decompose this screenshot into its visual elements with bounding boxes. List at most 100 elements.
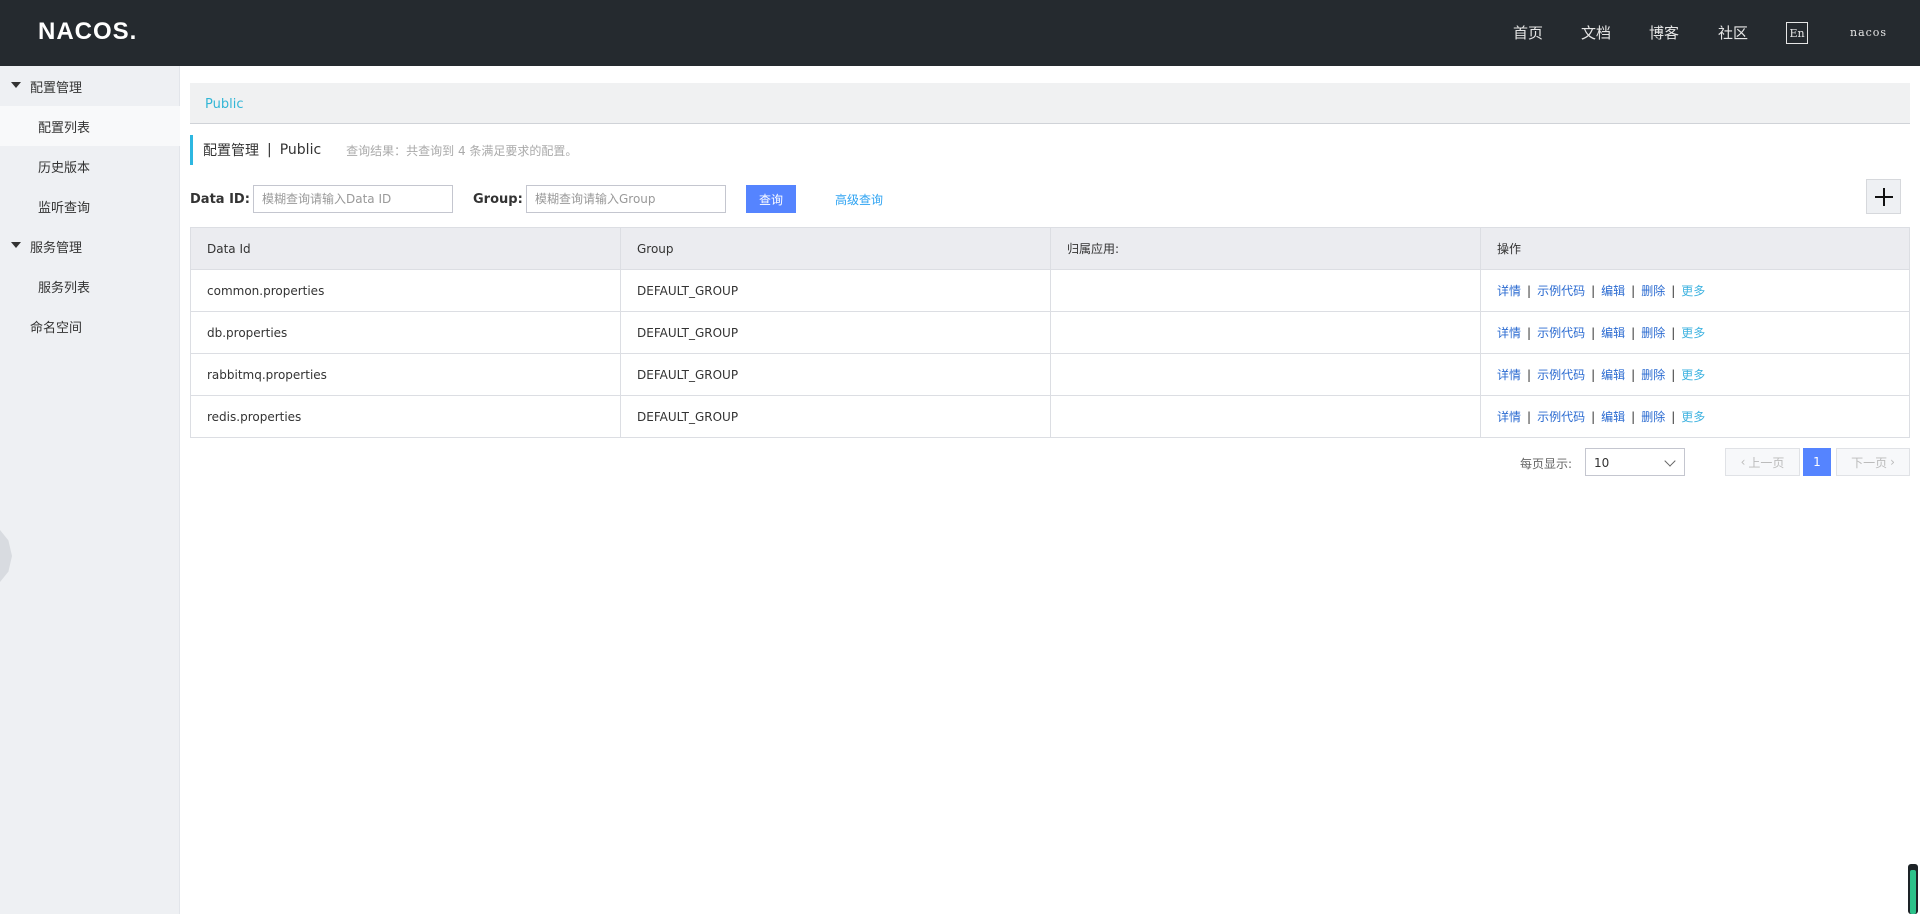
action-separator: | (1527, 284, 1532, 298)
sample-code-link[interactable]: 示例代码 (1537, 368, 1585, 382)
more-link[interactable]: 更多 (1681, 368, 1705, 382)
cell-app (1050, 395, 1481, 438)
page-title: 配置管理 | Public 查询结果：共查询到 4 条满足要求的配置。 (190, 135, 577, 165)
action-separator: | (1591, 326, 1596, 340)
action-separator: | (1631, 326, 1636, 340)
detail-link[interactable]: 详情 (1497, 284, 1521, 298)
data-id-input[interactable] (253, 185, 453, 213)
config-table: Data Id Group 归属应用: 操作 common.properties… (190, 227, 1910, 438)
action-separator: | (1591, 368, 1596, 382)
sidebar-item-label: 服务列表 (38, 280, 91, 296)
table-row: rabbitmq.properties DEFAULT_GROUP 详情 | 示例代码 |… (190, 353, 1910, 396)
top-navbar: NACOS. 首页 文档 博客 社区 En nacos (0, 0, 1920, 66)
cell-data-id: rabbitmq.properties (190, 353, 621, 396)
page-title-main: 配置管理 (203, 143, 259, 159)
query-result-hint: 查询结果：共查询到 4 条满足要求的配置。 (346, 143, 578, 158)
prev-page-label: 上一页 (1748, 455, 1785, 470)
action-separator: | (1671, 410, 1676, 424)
nav-blog[interactable]: 博客 (1649, 22, 1679, 43)
sidebar-item-label: 命名空间 (30, 320, 83, 336)
group-input[interactable] (526, 185, 726, 213)
language-switch-button[interactable]: En (1786, 22, 1808, 44)
cell-group: DEFAULT_GROUP (620, 311, 1051, 354)
title-separator: | (267, 142, 272, 158)
more-link[interactable]: 更多 (1681, 410, 1705, 424)
delete-link[interactable]: 删除 (1641, 284, 1665, 298)
action-separator: | (1671, 326, 1676, 340)
edit-link[interactable]: 编辑 (1601, 368, 1625, 382)
cell-data-id: db.properties (190, 311, 621, 354)
action-separator: | (1591, 410, 1596, 424)
more-link[interactable]: 更多 (1681, 284, 1705, 298)
action-separator: | (1527, 410, 1532, 424)
sidebar-group-service-management[interactable]: 服务管理 (0, 226, 180, 266)
sample-code-link[interactable]: 示例代码 (1537, 284, 1585, 298)
nav-community[interactable]: 社区 (1718, 22, 1748, 43)
edit-link[interactable]: 编辑 (1601, 326, 1625, 340)
sidebar-item-listener-query[interactable]: 监听查询 (0, 186, 180, 226)
user-menu[interactable]: nacos (1850, 26, 1887, 39)
cell-data-id: common.properties (190, 269, 621, 312)
nav-docs[interactable]: 文档 (1581, 22, 1611, 43)
detail-link[interactable]: 详情 (1497, 326, 1521, 340)
cell-group: DEFAULT_GROUP (620, 269, 1051, 312)
sidebar-item-history[interactable]: 历史版本 (0, 146, 180, 186)
delete-link[interactable]: 删除 (1641, 326, 1665, 340)
sidebar-item-config-list[interactable]: 配置列表 (0, 106, 180, 146)
page-title-namespace: Public (279, 142, 322, 158)
search-form: Data ID: Group: 查询 高级查询 (190, 179, 1910, 214)
sidebar-item-label: 监听查询 (38, 200, 91, 216)
action-separator: | (1671, 284, 1676, 298)
table-row: db.properties DEFAULT_GROUP 详情 | 示例代码 | 编辑 | 删除 |… (190, 311, 1910, 354)
page-button-current[interactable]: 1 (1803, 448, 1831, 476)
action-separator: | (1631, 410, 1636, 424)
cell-group: DEFAULT_GROUP (620, 353, 1051, 396)
sidebar-item-service-list[interactable]: 服务列表 (0, 266, 180, 306)
sidebar-item-label: 配置列表 (38, 120, 91, 136)
column-header-group: Group (620, 227, 1051, 270)
sidebar-group-config-management[interactable]: 配置管理 (0, 66, 180, 106)
action-separator: | (1527, 368, 1532, 382)
nacos-logo[interactable]: NACOS. (38, 18, 137, 46)
cell-actions: 详情 | 示例代码 | 编辑 | 删除 | 更多 (1480, 311, 1910, 354)
sidebar-item-namespace[interactable]: 命名空间 (0, 306, 180, 346)
per-page-label: 每页显示: (1520, 457, 1573, 471)
sample-code-link[interactable]: 示例代码 (1537, 410, 1585, 424)
cell-actions: 详情 | 示例代码 | 编辑 | 删除 | 更多 (1480, 269, 1910, 312)
more-link[interactable]: 更多 (1681, 326, 1705, 340)
cell-group: DEFAULT_GROUP (620, 395, 1051, 438)
detail-link[interactable]: 详情 (1497, 368, 1521, 382)
floating-widget-handle[interactable] (1908, 864, 1918, 914)
prev-page-button[interactable]: ‹ 上一页 (1725, 448, 1800, 476)
namespace-breadcrumb: Public (190, 83, 1910, 124)
action-separator: | (1631, 368, 1636, 382)
column-header-data-id: Data Id (190, 227, 621, 270)
sidebar: 配置管理 配置列表 历史版本 监听查询 服务管理 服务列表 命名空间 (0, 66, 180, 914)
advanced-query-link[interactable]: 高级查询 (835, 191, 883, 208)
sidebar-collapse-handle[interactable] (0, 530, 12, 582)
action-separator: | (1631, 284, 1636, 298)
plus-icon (1874, 187, 1893, 206)
column-header-actions: 操作 (1480, 227, 1910, 270)
query-button[interactable]: 查询 (746, 185, 796, 213)
edit-link[interactable]: 编辑 (1601, 410, 1625, 424)
page-size-select[interactable]: 10 (1585, 448, 1685, 476)
column-header-app: 归属应用: (1050, 227, 1481, 270)
table-row: common.properties DEFAULT_GROUP 详情 | 示例代码 | 编辑… (190, 269, 1910, 312)
edit-link[interactable]: 编辑 (1601, 284, 1625, 298)
delete-link[interactable]: 删除 (1641, 410, 1665, 424)
action-separator: | (1671, 368, 1676, 382)
namespace-link-public[interactable]: Public (205, 97, 243, 112)
add-config-button[interactable] (1866, 179, 1901, 214)
nav-home[interactable]: 首页 (1513, 22, 1543, 43)
detail-link[interactable]: 详情 (1497, 410, 1521, 424)
sample-code-link[interactable]: 示例代码 (1537, 326, 1585, 340)
chevron-right-icon: › (1890, 455, 1895, 469)
action-separator: | (1527, 326, 1532, 340)
sidebar-group-label: 服务管理 (30, 240, 83, 256)
next-page-button[interactable]: 下一页 › (1836, 448, 1910, 476)
chevron-down-icon (1664, 455, 1676, 467)
caret-down-icon (11, 242, 21, 248)
cell-data-id: redis.properties (190, 395, 621, 438)
delete-link[interactable]: 删除 (1641, 368, 1665, 382)
